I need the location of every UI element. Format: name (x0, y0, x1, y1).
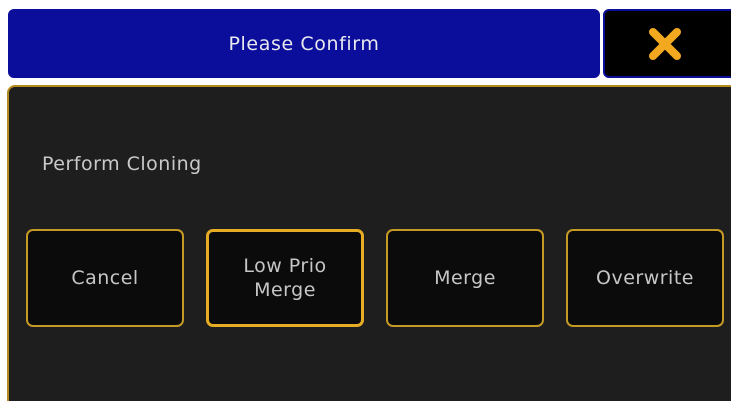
cancel-button[interactable]: Cancel (26, 229, 184, 327)
dialog-title-bar: Please Confirm (8, 9, 600, 78)
low-prio-merge-button[interactable]: Low Prio Merge (206, 229, 364, 327)
confirm-message: Perform Cloning (42, 153, 202, 175)
dialog-title: Please Confirm (228, 32, 380, 55)
confirm-dialog-window: Please Confirm Perform Cloning Cancel Lo… (0, 0, 731, 401)
merge-button[interactable]: Merge (386, 229, 544, 327)
close-x-icon (649, 27, 681, 60)
overwrite-button[interactable]: Overwrite (566, 229, 724, 327)
close-button[interactable] (603, 9, 731, 78)
